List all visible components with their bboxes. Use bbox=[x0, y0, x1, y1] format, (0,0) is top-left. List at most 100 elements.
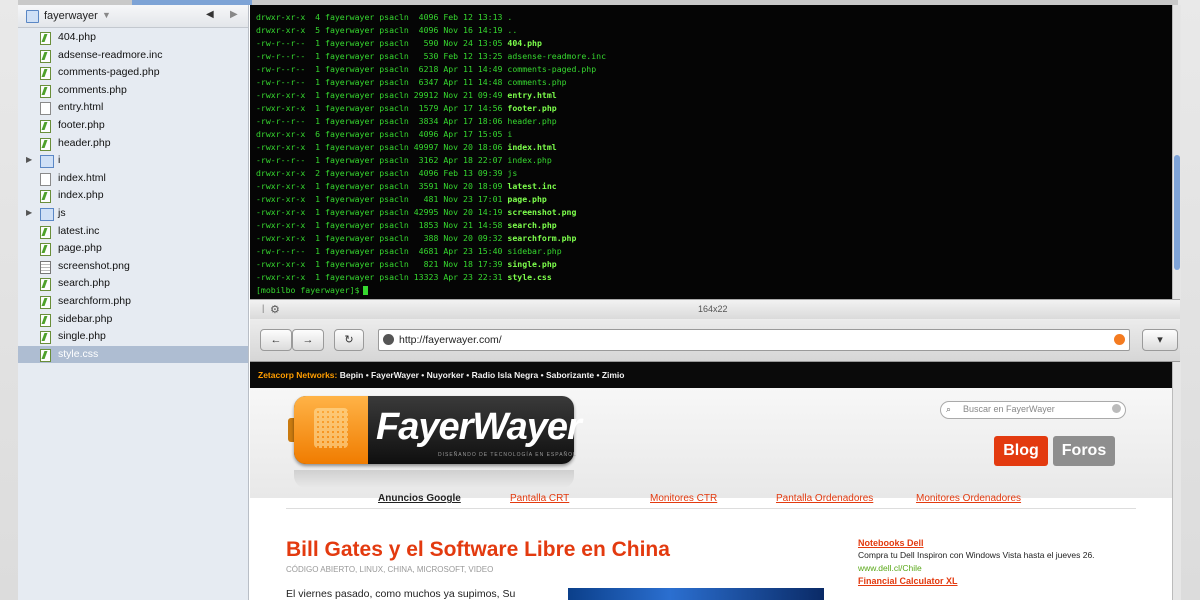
file-item[interactable]: header.php bbox=[18, 135, 248, 153]
disclosure-triangle-icon[interactable]: ▶ bbox=[26, 155, 32, 164]
terminal-line-meta: -rw-r--r-- 1 fayerwayer psacln 3834 Apr … bbox=[256, 116, 508, 126]
terminal-line-meta: -rwxr-xr-x 1 fayerwayer psacln 481 Nov 2… bbox=[256, 194, 508, 204]
terminal-line: -rwxr-xr-x 1 fayerwayer psacln 481 Nov 2… bbox=[256, 193, 547, 206]
file-item[interactable]: ▶ i bbox=[18, 152, 248, 170]
web-content: Zetacorp Networks: Bepin • FayerWayer • … bbox=[250, 362, 1172, 600]
file-item[interactable]: comments-paged.php bbox=[18, 64, 248, 82]
article-tags[interactable]: CÓDIGO ABIERTO, LINUX, CHINA, MICROSOFT,… bbox=[286, 565, 493, 574]
ad-link[interactable]: Pantalla CRT bbox=[510, 493, 569, 504]
terminal-line: -rw-r--r-- 1 fayerwayer psacln 6218 Apr … bbox=[256, 63, 596, 76]
terminal-line-meta: -rw-r--r-- 1 fayerwayer psacln 4681 Apr … bbox=[256, 246, 508, 256]
terminal-line: -rwxr-xr-x 1 fayerwayer psacln 49997 Nov… bbox=[256, 141, 557, 154]
terminal-filename: footer.php bbox=[507, 103, 557, 113]
address-text[interactable]: http://fayerwayer.com/ bbox=[399, 334, 502, 346]
bookmark-menu-button[interactable]: ▾ bbox=[1142, 329, 1178, 351]
site-header: FayerWayer DISEÑANDO DE TECNOLOGÍA EN ES… bbox=[250, 388, 1172, 498]
terminal-filename: . bbox=[507, 12, 513, 22]
chevron-down-icon[interactable]: ▼ bbox=[102, 10, 111, 20]
terminal-filename: index.php bbox=[507, 155, 552, 165]
terminal-line-meta: -rwxr-xr-x 1 fayerwayer psacln 388 Nov 2… bbox=[256, 233, 508, 243]
site-search[interactable]: ⌕ Buscar en FayerWayer bbox=[940, 401, 1126, 419]
file-item[interactable]: adsense-readmore.inc bbox=[18, 47, 248, 65]
file-name: adsense-readmore.inc bbox=[58, 48, 163, 61]
file-item[interactable]: style.css bbox=[18, 345, 248, 364]
terminal-line-meta: -rwxr-xr-x 1 fayerwayer psacln 49997 Nov… bbox=[256, 142, 508, 152]
file-icon bbox=[40, 243, 51, 257]
ads-heading[interactable]: Anuncios Google bbox=[378, 493, 461, 504]
file-icon bbox=[40, 313, 51, 327]
file-icon bbox=[40, 67, 51, 81]
tab-blog[interactable]: Blog bbox=[994, 436, 1048, 466]
terminal-line-meta: -rwxr-xr-x 1 fayerwayer psacln 1853 Nov … bbox=[256, 220, 508, 230]
terminal-filename: comments-paged.php bbox=[507, 64, 597, 74]
file-item[interactable]: search.php bbox=[18, 275, 248, 293]
file-item[interactable]: searchform.php bbox=[18, 293, 248, 311]
gear-icon[interactable]: ⚙ bbox=[270, 303, 280, 316]
site-logo[interactable]: FayerWayer DISEÑANDO DE TECNOLOGÍA EN ES… bbox=[288, 396, 582, 468]
terminal-line-meta: -rwxr-xr-x 1 fayerwayer psacln 13323 Apr… bbox=[256, 272, 508, 282]
terminal-line-meta: -rwxr-xr-x 1 fayerwayer psacln 1579 Apr … bbox=[256, 103, 508, 113]
file-name: entry.html bbox=[58, 101, 104, 114]
nav-back-icon[interactable]: ◀ bbox=[206, 9, 214, 20]
file-item[interactable]: single.php bbox=[18, 328, 248, 346]
project-name[interactable]: fayerwayer bbox=[44, 10, 98, 22]
terminal-scrollbar[interactable] bbox=[1172, 5, 1181, 299]
terminal-dimensions: 164x22 bbox=[698, 304, 728, 314]
file-item[interactable]: screenshot.png bbox=[18, 258, 248, 276]
article-title[interactable]: Bill Gates y el Software Libre en China bbox=[286, 538, 670, 562]
file-icon bbox=[40, 137, 51, 151]
terminal-line-meta: -rw-r--r-- 1 fayerwayer psacln 590 Nov 2… bbox=[256, 38, 508, 48]
file-name: comments.php bbox=[58, 83, 127, 96]
ad-link[interactable]: Monitores Ordenadores bbox=[916, 493, 1021, 504]
terminal-scroll-thumb[interactable] bbox=[1174, 155, 1180, 270]
terminal-filename: sidebar.php bbox=[507, 246, 562, 256]
rss-icon[interactable] bbox=[1114, 334, 1125, 345]
project-header[interactable]: fayerwayer ▼ ◀ ▶ bbox=[18, 5, 248, 28]
web-scrollbar[interactable] bbox=[1172, 362, 1181, 600]
disclosure-triangle-icon[interactable]: ▶ bbox=[26, 208, 32, 217]
file-name: i bbox=[58, 154, 61, 167]
ad-link[interactable]: Monitores CTR bbox=[650, 493, 717, 504]
clear-icon[interactable] bbox=[1112, 404, 1121, 413]
file-item[interactable]: 404.php bbox=[18, 29, 248, 47]
file-item[interactable]: sidebar.php bbox=[18, 311, 248, 329]
side-ad-title[interactable]: Notebooks Dell bbox=[858, 538, 1138, 548]
file-item[interactable]: ▶ js bbox=[18, 205, 248, 223]
terminal-prompt[interactable]: [mobilbo fayerwayer]$ bbox=[256, 284, 368, 297]
terminal-line-meta: -rwxr-xr-x 1 fayerwayer psacln 42995 Nov… bbox=[256, 207, 508, 217]
window-left-edge bbox=[0, 0, 19, 600]
side-ad-url[interactable]: www.dell.cl/Chile bbox=[858, 563, 1138, 573]
project-sidebar: fayerwayer ▼ ◀ ▶ 404.php adsense-readmore… bbox=[18, 5, 249, 600]
file-item[interactable]: page.php bbox=[18, 240, 248, 258]
tab-foros[interactable]: Foros bbox=[1053, 436, 1115, 466]
file-name: search.php bbox=[58, 277, 110, 290]
networks-links[interactable]: Bepin • FayerWayer • Nuyorker • Radio Is… bbox=[340, 370, 625, 380]
file-item[interactable]: latest.inc bbox=[18, 223, 248, 241]
terminal-line-meta: drwxr-xr-x 5 fayerwayer psacln 4096 Nov … bbox=[256, 25, 508, 35]
terminal-pane[interactable]: drwxr-xr-x 4 fayerwayer psacln 4096 Feb … bbox=[250, 5, 1172, 299]
file-item[interactable]: index.html bbox=[18, 170, 248, 188]
file-name: latest.inc bbox=[58, 224, 100, 237]
terminal-line: drwxr-xr-x 6 fayerwayer psacln 4096 Apr … bbox=[256, 128, 512, 141]
back-button[interactable]: ← bbox=[260, 329, 292, 351]
terminal-line-meta: -rw-r--r-- 1 fayerwayer psacln 6218 Apr … bbox=[256, 64, 508, 74]
search-icon: ⌕ bbox=[946, 404, 952, 414]
folder-icon bbox=[40, 208, 54, 221]
terminal-line-meta: -rwxr-xr-x 1 fayerwayer psacln 821 Nov 1… bbox=[256, 259, 508, 269]
terminal-line: -rwxr-xr-x 1 fayerwayer psacln 1579 Apr … bbox=[256, 102, 557, 115]
terminal-filename: searchform.php bbox=[507, 233, 577, 243]
file-icon bbox=[40, 172, 51, 186]
file-item[interactable]: footer.php bbox=[18, 117, 248, 135]
nav-forward-icon[interactable]: ▶ bbox=[230, 9, 238, 20]
terminal-line-meta: drwxr-xr-x 2 fayerwayer psacln 4096 Feb … bbox=[256, 168, 508, 178]
file-item[interactable]: index.php bbox=[18, 187, 248, 205]
reload-button[interactable]: ↻ bbox=[334, 329, 364, 351]
file-name: header.php bbox=[58, 136, 111, 149]
forward-button[interactable]: → bbox=[292, 329, 324, 351]
file-item[interactable]: entry.html bbox=[18, 99, 248, 117]
file-item[interactable]: comments.php bbox=[18, 82, 248, 100]
terminal-line-meta: -rwxr-xr-x 1 fayerwayer psacln 3591 Nov … bbox=[256, 181, 508, 191]
ad-link[interactable]: Pantalla Ordenadores bbox=[776, 493, 873, 504]
side-ad-title-2[interactable]: Financial Calculator XL bbox=[858, 576, 1138, 586]
address-bar[interactable]: http://fayerwayer.com/ bbox=[378, 329, 1130, 351]
